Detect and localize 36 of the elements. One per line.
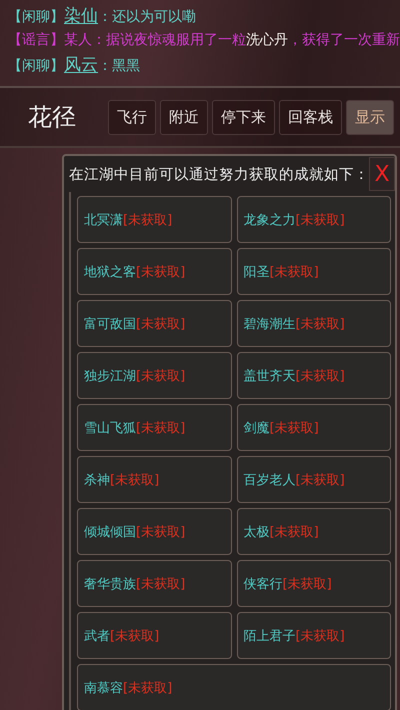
- achievement-card[interactable]: 南慕容[未获取]: [77, 664, 391, 710]
- achievement-card[interactable]: 剑魔[未获取]: [236, 404, 391, 451]
- channel-tag: 【闲聊】: [8, 8, 64, 26]
- achievement-card[interactable]: 杀神[未获取]: [77, 456, 232, 503]
- location-name: 花径: [28, 102, 76, 133]
- achievement-card[interactable]: 百岁老人[未获取]: [236, 456, 391, 503]
- speaker-name: 某人：: [64, 31, 106, 49]
- action-button[interactable]: 飞行: [108, 100, 156, 134]
- achievement-card[interactable]: 倾城倾国[未获取]: [77, 508, 232, 555]
- achievement-card[interactable]: 侠客行[未获取]: [236, 560, 391, 607]
- achievement-card[interactable]: 阳圣[未获取]: [236, 248, 391, 295]
- achievement-card[interactable]: 独步江湖[未获取]: [77, 352, 232, 399]
- achievement-card[interactable]: 北冥潇[未获取]: [77, 196, 232, 243]
- speaker-name[interactable]: 风云: [64, 53, 98, 76]
- action-button[interactable]: 停下来: [212, 100, 275, 134]
- achievement-card[interactable]: 奢华贵族[未获取]: [77, 560, 232, 607]
- panel-title: 在江湖中目前可以通过努力获取的成就如下：: [69, 166, 369, 184]
- achievement-card[interactable]: 富可敌国[未获取]: [77, 300, 232, 347]
- action-button[interactable]: 回客栈: [279, 100, 342, 134]
- achievement-card[interactable]: 武者[未获取]: [77, 612, 232, 659]
- chat-message: 据说夜惊魂服用了一粒洗心丹，获得了一次重新: [106, 31, 400, 49]
- channel-tag: 【闲聊】: [8, 57, 64, 75]
- achievement-card[interactable]: 陌上君子[未获取]: [236, 612, 391, 659]
- achievement-card[interactable]: 雪山飞狐[未获取]: [77, 404, 232, 451]
- channel-tag: 【谣言】: [8, 31, 64, 49]
- achievement-card[interactable]: 地狱之客[未获取]: [77, 248, 232, 295]
- speaker-name[interactable]: 染仙: [64, 4, 98, 27]
- action-button[interactable]: 显示: [346, 100, 394, 134]
- achievement-card[interactable]: 碧海潮生[未获取]: [236, 300, 391, 347]
- achievement-card[interactable]: 太极[未获取]: [236, 508, 391, 555]
- close-button[interactable]: X: [369, 157, 395, 191]
- achievement-card[interactable]: 盖世齐天[未获取]: [236, 352, 391, 399]
- chat-message: ：黑黑: [98, 57, 140, 75]
- chat-message: ：还以为可以嘞: [98, 8, 196, 26]
- action-button[interactable]: 附近: [160, 100, 208, 134]
- achievement-card[interactable]: 龙象之力[未获取]: [236, 196, 391, 243]
